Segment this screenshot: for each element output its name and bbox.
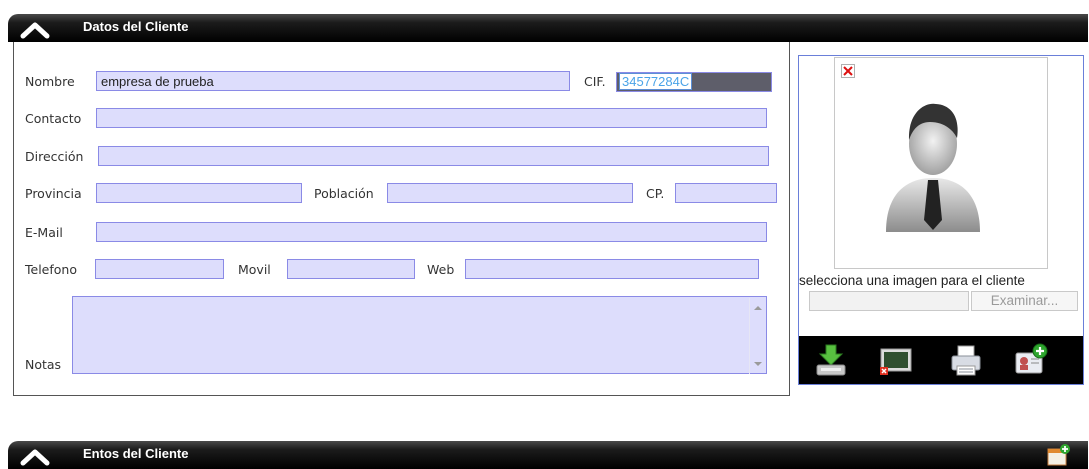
web-field[interactable] xyxy=(465,259,759,279)
nombre-field[interactable] xyxy=(96,71,570,91)
add-contact-icon[interactable] xyxy=(1014,343,1048,377)
provincia-field[interactable] xyxy=(96,183,302,203)
telefono-field[interactable] xyxy=(95,259,224,279)
movil-label: Movil xyxy=(238,262,271,277)
image-toolbar xyxy=(799,336,1083,384)
user-avatar-icon xyxy=(886,103,980,232)
cp-label: CP. xyxy=(646,186,665,201)
web-label: Web xyxy=(427,262,455,277)
poblacion-field[interactable] xyxy=(387,183,633,203)
broken-image-icon xyxy=(841,64,855,78)
email-label: E-Mail xyxy=(25,225,63,240)
nombre-label: Nombre xyxy=(25,74,75,89)
collapse-chevron-icon[interactable] xyxy=(20,21,50,39)
add-window-icon[interactable] xyxy=(1046,443,1070,467)
scroll-up-icon[interactable] xyxy=(754,306,762,310)
direccion-label: Dirección xyxy=(25,149,84,164)
client-panel-title: Datos del Cliente xyxy=(83,19,189,34)
remove-image-icon[interactable] xyxy=(879,343,913,377)
entities-panel-header: Entos del Cliente xyxy=(8,441,1088,469)
cif-label: CIF. xyxy=(584,74,606,89)
email-field[interactable] xyxy=(96,222,767,242)
notas-label: Notas xyxy=(25,357,62,372)
movil-field[interactable] xyxy=(287,259,415,279)
save-icon[interactable] xyxy=(814,343,848,377)
entities-panel-title: Entos del Cliente xyxy=(83,446,189,461)
telefono-label: Telefono xyxy=(25,262,77,277)
provincia-label: Provincia xyxy=(25,186,82,201)
notas-scrollbar[interactable] xyxy=(749,298,765,374)
scroll-down-icon[interactable] xyxy=(754,362,762,366)
image-file-path[interactable] xyxy=(809,291,969,311)
cif-value: 34577284C xyxy=(619,73,693,90)
client-panel-header: Datos del Cliente xyxy=(8,14,1088,42)
poblacion-label: Población xyxy=(314,186,374,201)
browse-button[interactable]: Examinar... xyxy=(971,291,1078,311)
collapse-chevron-icon[interactable] xyxy=(20,448,50,466)
print-icon[interactable] xyxy=(949,343,983,377)
cif-field[interactable]: 34577284C xyxy=(616,72,772,92)
notas-field[interactable] xyxy=(72,296,767,374)
image-caption: selecciona una imagen para el cliente xyxy=(799,273,1025,288)
contacto-field[interactable] xyxy=(96,108,767,128)
contacto-label: Contacto xyxy=(25,111,82,126)
direccion-field[interactable] xyxy=(98,146,769,166)
cp-field[interactable] xyxy=(675,183,777,203)
